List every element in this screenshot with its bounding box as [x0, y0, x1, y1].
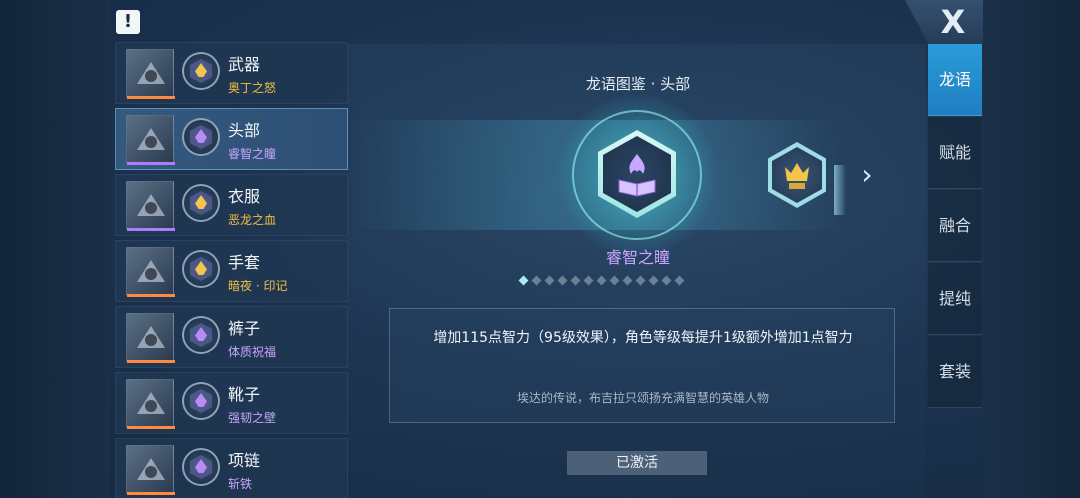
weapon-icon — [126, 49, 175, 99]
page-indicator — [518, 275, 685, 285]
rune-badge-icon — [182, 382, 220, 420]
equipment-rune-name: 斩铁 — [228, 477, 253, 491]
page-dot[interactable] — [518, 275, 529, 285]
equipment-slot-name: 手套 — [228, 253, 261, 272]
equipment-slot-name: 衣服 — [228, 187, 261, 206]
equipment-slot-name: 裤子 — [228, 319, 261, 338]
equipment-slot-0[interactable]: 武器 奥丁之怒 — [115, 42, 348, 104]
page-dot[interactable] — [609, 275, 620, 285]
rarity-bar — [127, 228, 175, 231]
page-dot[interactable] — [531, 275, 542, 285]
equipment-rune-name: 奥丁之怒 — [228, 81, 277, 95]
equipment-slot-name: 武器 — [228, 55, 261, 74]
rarity-bar — [127, 426, 175, 429]
equipment-slot-1[interactable]: 头部 睿智之瞳 — [115, 108, 348, 170]
equipment-slot-name: 靴子 — [228, 385, 261, 404]
tab-4[interactable]: 套装 — [928, 336, 982, 408]
helmet-icon — [126, 115, 175, 165]
glove-icon — [126, 247, 175, 297]
right-backdrop — [983, 0, 1080, 498]
rune-badge-icon — [182, 184, 220, 222]
page-dot[interactable] — [596, 275, 607, 285]
equipment-slot-6[interactable]: 项链 斩铁 — [115, 438, 348, 498]
close-icon[interactable]: X — [934, 5, 972, 39]
peek-rune — [834, 165, 846, 215]
alert-icon[interactable]: ! — [116, 10, 140, 34]
rune-name: 睿智之瞳 — [605, 248, 670, 267]
page-dot[interactable] — [583, 275, 594, 285]
page-dot[interactable] — [648, 275, 659, 285]
rune-badge-icon — [182, 52, 220, 90]
rune-effect: 增加115点智力（95级效果），角色等级每提升1级额外增加1点智力 — [433, 330, 853, 346]
boots-icon — [126, 379, 175, 429]
rarity-bar — [127, 294, 175, 297]
page-dot[interactable] — [544, 275, 555, 285]
tab-0[interactable]: 龙语 — [928, 44, 982, 116]
chevron-right-icon[interactable]: › — [856, 160, 878, 190]
rarity-bar — [127, 492, 175, 495]
rarity-bar — [127, 360, 175, 363]
equipment-slot-name: 项链 — [228, 451, 261, 470]
rune-badge-icon — [182, 250, 220, 288]
armor-icon — [126, 181, 175, 231]
pants-icon — [126, 313, 175, 363]
page-dot[interactable] — [557, 275, 568, 285]
tab-2[interactable]: 融合 — [928, 190, 982, 262]
rarity-bar — [127, 162, 175, 165]
equipment-slot-4[interactable]: 裤子 体质祝福 — [115, 306, 348, 368]
detail-title: 龙语图鉴 · 头部 — [585, 75, 691, 93]
equipment-rune-name: 暗夜 · 印记 — [228, 279, 288, 293]
equipment-rune-name: 体质祝福 — [228, 345, 277, 359]
description-box: 增加115点智力（95级效果），角色等级每提升1级额外增加1点智力 埃达的传说，… — [389, 308, 895, 423]
equipment-rune-name: 恶龙之血 — [228, 213, 277, 227]
category-tabs: 龙语 赋能 融合 提纯 套装 — [928, 44, 982, 484]
equipment-slot-3[interactable]: 手套暗夜 · 印记 — [115, 240, 348, 302]
equipment-rune-name: 强韧之壁 — [228, 411, 277, 425]
rune-badge-icon — [182, 118, 220, 156]
equipment-list: 武器奥丁之怒头部睿智之瞳衣服恶龙之血手套暗夜 · 印记裤子体质祝福靴子强韧之壁项… — [115, 42, 348, 498]
rune-lore: 埃达的传说，布吉拉只颂扬充满智慧的英雄人物 — [516, 391, 769, 405]
tab-1[interactable]: 赋能 — [928, 117, 982, 189]
rune-badge-icon — [182, 316, 220, 354]
rune-badge-icon — [182, 448, 220, 486]
left-backdrop — [0, 0, 110, 498]
page-dot[interactable] — [674, 275, 685, 285]
page-dot[interactable] — [661, 275, 672, 285]
rarity-bar — [127, 96, 175, 99]
equipment-slot-2[interactable]: 衣服 恶龙之血 — [115, 174, 348, 236]
necklace-icon — [126, 445, 175, 495]
equipment-slot-name: 头部 — [228, 121, 261, 140]
activated-status-button[interactable]: 已激活 — [567, 451, 707, 475]
page-dot[interactable] — [570, 275, 581, 285]
tab-3[interactable]: 提纯 — [928, 263, 982, 335]
page-dot[interactable] — [635, 275, 646, 285]
page-dot[interactable] — [622, 275, 633, 285]
equipment-slot-5[interactable]: 靴子 强韧之壁 — [115, 372, 348, 434]
equipment-rune-name: 睿智之瞳 — [228, 147, 277, 161]
